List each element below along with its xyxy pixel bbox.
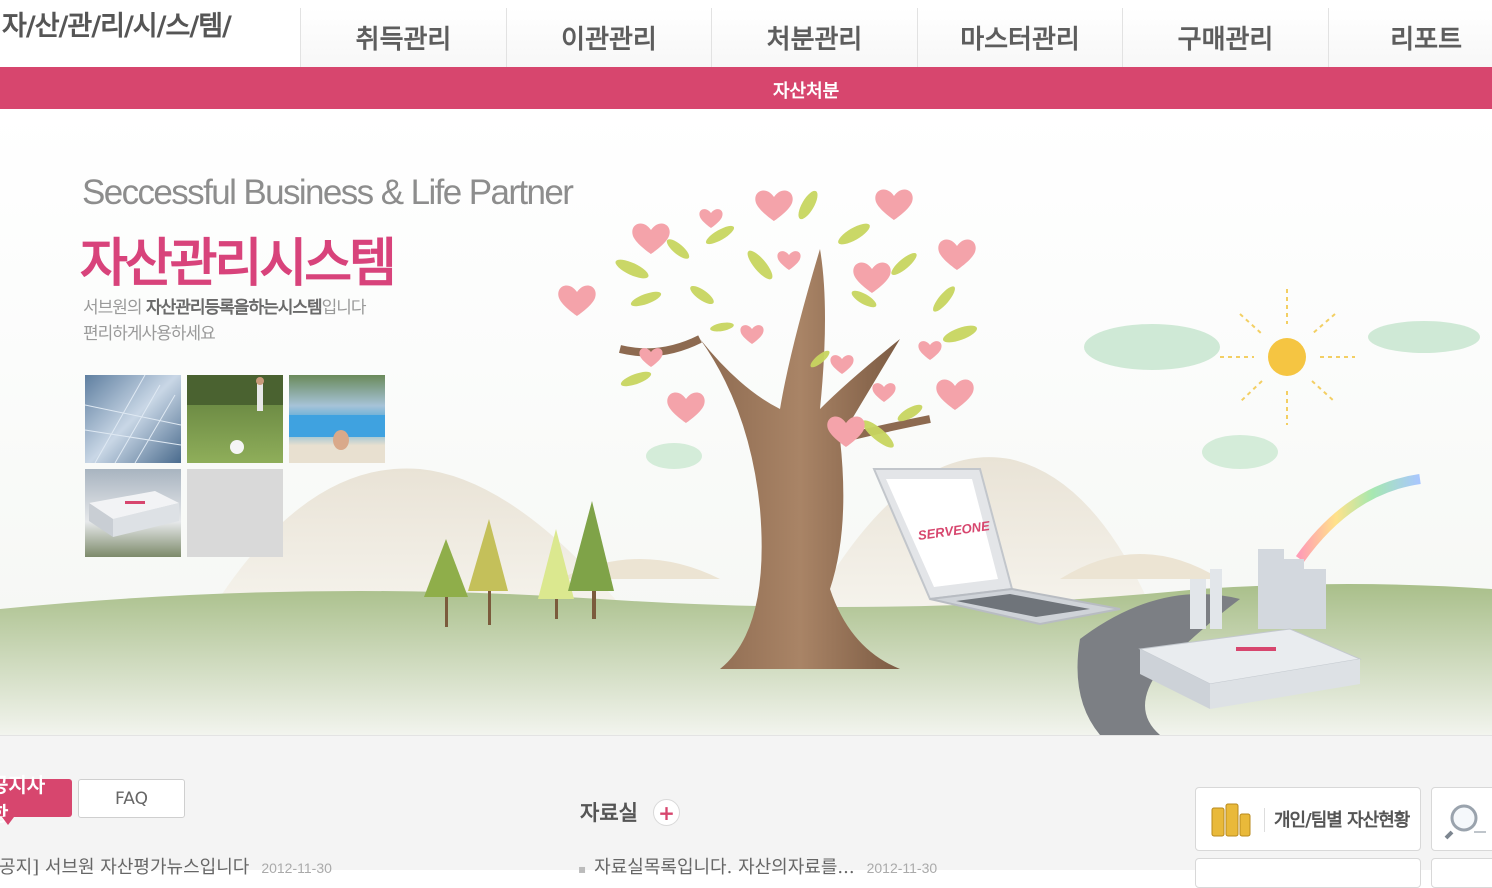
hero-desc-bold: 자산관리등록을하는시스템 bbox=[145, 298, 323, 318]
rainbow bbox=[1295, 474, 1421, 562]
tab-faq[interactable]: FAQ bbox=[78, 779, 185, 818]
asset-status-label: 개인/팀별 자산현황 bbox=[1274, 810, 1410, 831]
archive-item-title[interactable]: 자료실목록입니다. 자산의자료를... bbox=[594, 857, 854, 878]
thumb-warehouse bbox=[85, 469, 181, 557]
nav-transfer[interactable]: 이관관리 bbox=[506, 8, 711, 67]
cloud-2 bbox=[1368, 321, 1480, 353]
app-logo[interactable]: 자/산/관/리/시/스/템/ bbox=[2, 4, 232, 43]
thumb-building bbox=[85, 375, 181, 463]
sub-nav-bar: 자산처분 bbox=[0, 67, 1492, 109]
nav-acquisition[interactable]: 취득관리 bbox=[300, 8, 506, 67]
main-nav: 취득관리 이관관리 처분관리 마스터관리 구매관리 리포트 bbox=[300, 8, 1492, 67]
nav-disposal[interactable]: 처분관리 bbox=[711, 8, 917, 67]
city-buildings bbox=[1190, 549, 1326, 629]
thumb-empty bbox=[187, 469, 283, 557]
cloud-1 bbox=[1084, 324, 1220, 370]
quick-link-button-2[interactable] bbox=[1195, 858, 1421, 888]
hero-banner: SERVEONE Seccessful Business & Life Part… bbox=[0, 109, 1492, 735]
cloud-4 bbox=[646, 443, 702, 469]
magnifier-icon bbox=[1444, 804, 1486, 840]
archive-more-button[interactable]: + bbox=[653, 799, 680, 826]
thumb-pool bbox=[289, 375, 385, 463]
nav-report[interactable]: 리포트 bbox=[1328, 8, 1492, 67]
hero-desc-post: 입니다 bbox=[321, 298, 367, 318]
hero-title: 자산관리시스템 bbox=[80, 234, 397, 294]
notice-list-item[interactable]: [공지] 서브원 자산평가뉴스입니다 2012-11-30 bbox=[0, 853, 332, 879]
notice-item-date: 2012-11-30 bbox=[261, 860, 332, 876]
hero-tagline: Seccessful Business & Life Partner bbox=[82, 173, 574, 212]
quick-link-button-3[interactable] bbox=[1431, 858, 1492, 888]
bullet-icon: ▪ bbox=[578, 862, 587, 876]
search-button[interactable] bbox=[1431, 787, 1492, 851]
thumb-golf bbox=[187, 375, 283, 463]
coins-icon bbox=[1211, 803, 1251, 837]
nav-purchase[interactable]: 구매관리 bbox=[1122, 8, 1328, 67]
hero-desc-line2: 편리하게사용하세요 bbox=[83, 324, 216, 344]
hero-description: 서브원의 자산관리등록을하는시스템입니다 편리하게사용하세요 bbox=[83, 295, 367, 347]
archive-list-item[interactable]: ▪ 자료실목록입니다. 자산의자료를... 2012-11-30 bbox=[578, 853, 937, 879]
sun bbox=[1268, 338, 1306, 376]
archive-item-date: 2012-11-30 bbox=[866, 860, 938, 876]
bottom-section: 공지사항 FAQ [공지] 서브원 자산평가뉴스입니다 2012-11-30 자료… bbox=[0, 735, 1492, 888]
photo-thumbnails bbox=[85, 375, 389, 565]
hero-desc-pre: 서브원의 bbox=[83, 298, 146, 318]
header: 자/산/관/리/시/스/템/ 취득관리 이관관리 처분관리 마스터관리 구매관리… bbox=[0, 0, 1492, 67]
divider bbox=[1264, 808, 1265, 832]
archive-title: 자료실 bbox=[580, 801, 638, 825]
asset-status-button[interactable]: 개인/팀별 자산현황 bbox=[1195, 787, 1421, 851]
subnav-asset-disposal[interactable]: 자산처분 bbox=[773, 77, 839, 103]
nav-master[interactable]: 마스터관리 bbox=[917, 8, 1122, 67]
notice-item-title[interactable]: [공지] 서브원 자산평가뉴스입니다 bbox=[0, 857, 249, 878]
cloud-3 bbox=[1202, 435, 1278, 469]
tab-notice[interactable]: 공지사항 bbox=[0, 773, 72, 826]
